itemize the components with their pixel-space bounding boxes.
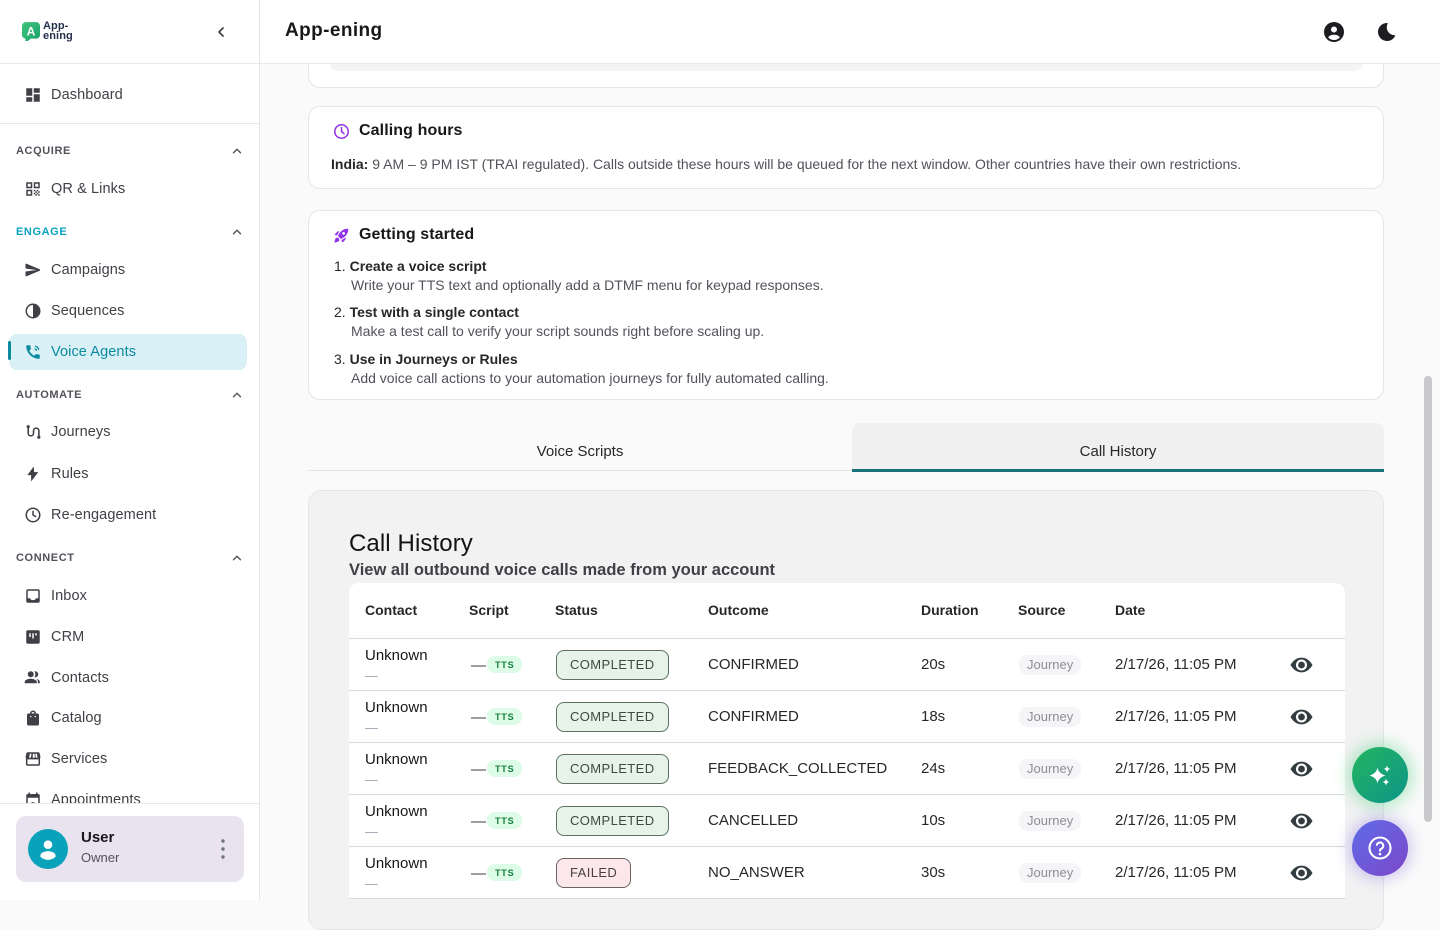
svg-text:A: A	[27, 24, 36, 38]
